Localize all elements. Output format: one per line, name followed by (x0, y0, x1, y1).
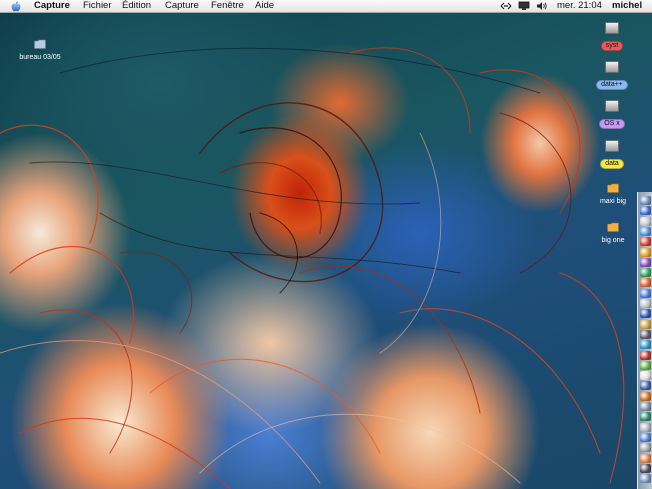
folder-label: big one (601, 237, 625, 244)
dock-app-icon[interactable] (640, 350, 651, 360)
hard-drive-icon (605, 100, 619, 112)
dock-app-icon[interactable] (640, 196, 651, 205)
folder-big-one[interactable]: big one (592, 219, 634, 244)
menu-fichier[interactable]: Fichier (83, 0, 112, 12)
dock-app-icon[interactable] (640, 299, 651, 308)
dock-app-icon[interactable] (640, 360, 651, 370)
menu-app-name[interactable]: Capture (34, 0, 70, 12)
dock-app-icon[interactable] (640, 402, 651, 411)
dock-app-icon[interactable] (640, 309, 651, 319)
menu-user[interactable]: michel (612, 0, 642, 12)
dock-app-icon[interactable] (640, 340, 651, 350)
dock-app-icon[interactable] (640, 288, 651, 298)
dock (637, 192, 652, 489)
drive-label: data++ (596, 80, 628, 90)
dock-app-icon[interactable] (640, 474, 651, 484)
menu-edition[interactable]: Édition (122, 0, 151, 12)
dock-app-icon[interactable] (640, 268, 651, 278)
apple-menu-icon[interactable] (11, 1, 21, 12)
script-menu-icon[interactable] (500, 1, 512, 11)
hard-drive-icon (605, 61, 619, 73)
menu-fenetre[interactable]: Fenêtre (211, 0, 244, 12)
dock-app-icon[interactable] (640, 463, 651, 473)
hard-drive-icon (605, 22, 619, 34)
dock-app-icon[interactable] (640, 278, 651, 288)
folder-icon (607, 222, 619, 232)
folder-icon (607, 183, 619, 193)
display-icon[interactable] (518, 1, 530, 11)
dock-app-icon[interactable] (640, 381, 651, 391)
hard-drive-icon (605, 140, 619, 152)
drive-label: OS x (599, 119, 625, 129)
menu-bar: Capture Fichier Édition Capture Fenêtre … (0, 0, 652, 13)
dock-app-icon[interactable] (640, 371, 651, 381)
dock-app-icon[interactable] (640, 412, 651, 422)
menu-aide[interactable]: Aide (255, 0, 274, 12)
desktop-icon-label: bureau 03/05 (19, 54, 61, 61)
dock-app-icon[interactable] (640, 329, 651, 339)
volume-icon[interactable] (536, 1, 548, 11)
dock-app-icon[interactable] (640, 443, 651, 453)
dock-app-icon[interactable] (640, 453, 651, 463)
dock-app-icon[interactable] (640, 422, 651, 432)
drive-data[interactable]: data (595, 140, 629, 170)
drive-data-plus[interactable]: data++ (593, 61, 631, 91)
drive-syst[interactable]: syst (595, 22, 629, 52)
dock-app-icon[interactable] (640, 391, 651, 401)
menu-clock[interactable]: mer. 21:04 (557, 0, 602, 12)
dock-app-icon[interactable] (640, 432, 651, 442)
drive-label: data (600, 159, 624, 169)
folder-maxi-big[interactable]: maxi big (592, 180, 634, 205)
desktop-icon-bureau[interactable]: bureau 03/05 (12, 36, 68, 61)
wallpaper-strands (0, 47, 625, 489)
dock-app-icon[interactable] (640, 216, 651, 226)
drive-os-x[interactable]: OS x (595, 100, 629, 130)
menu-capture[interactable]: Capture (165, 0, 199, 12)
dock-app-icon[interactable] (640, 226, 651, 236)
dock-app-icon[interactable] (640, 257, 651, 267)
folder-icon (34, 39, 46, 49)
dock-app-icon[interactable] (640, 206, 651, 216)
desktop-wallpaper (0, 13, 652, 489)
drive-label: syst (600, 41, 624, 51)
dock-app-icon[interactable] (640, 247, 651, 257)
folder-label: maxi big (599, 198, 627, 205)
dock-app-icon[interactable] (640, 319, 651, 329)
dock-app-icon[interactable] (640, 237, 651, 247)
